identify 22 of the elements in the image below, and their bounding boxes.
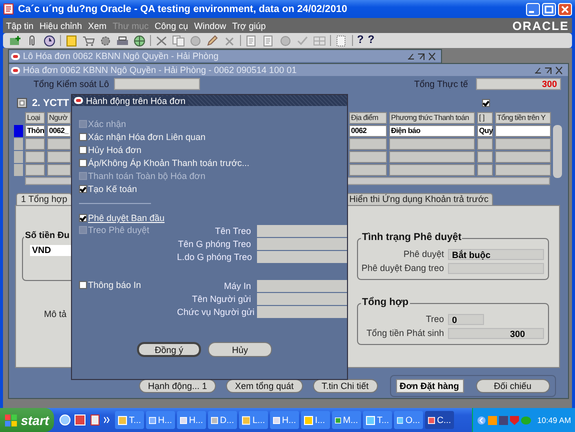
- group-title: Tổng hợp: [361, 297, 410, 308]
- field-label: Mô tả: [44, 309, 67, 319]
- group-title: Số tiền Đu: [24, 230, 70, 240]
- field-label: Tên Treo: [214, 226, 251, 236]
- field-label: Tên Người gửi: [191, 294, 251, 304]
- field-label: Tên G phóng Treo: [177, 239, 251, 249]
- window-title: Lô Hóa đơn 0062 KBNN Ngô Quyền - Hải Phòng: [23, 51, 220, 61]
- field-label: Tổng tiền Phát sinh: [365, 328, 444, 338]
- field-label: Tổng Thực tế: [414, 79, 468, 89]
- clock: 10:49 AM: [537, 416, 571, 424]
- field-label: L.do G phóng Treo: [177, 252, 251, 262]
- field-label: Tổng Kiểm soát Lô: [32, 79, 109, 89]
- oracle-logo: ORACLE: [512, 18, 570, 32]
- group-title: Tình trạng Phê duyệt: [361, 232, 462, 243]
- window-title: Ca´c u´ng du?ng Oracle - QA testing environment, data on 24/02/2010: [18, 4, 348, 14]
- field-label: Máy In: [222, 281, 251, 291]
- window-title: Hóa đơn 0062 KBNN Ngô Quyền - Hải Phòng - 0062 090514 100 01: [23, 65, 298, 75]
- field-label: Phê duyệt: [402, 249, 444, 259]
- field-label: Phê duyệt Đang treo: [360, 263, 444, 273]
- field-label: Treo: [424, 314, 444, 324]
- block-title: 2. YCTT: [32, 98, 70, 108]
- dialog-title: Hành động trên Hóa đơn: [86, 96, 188, 106]
